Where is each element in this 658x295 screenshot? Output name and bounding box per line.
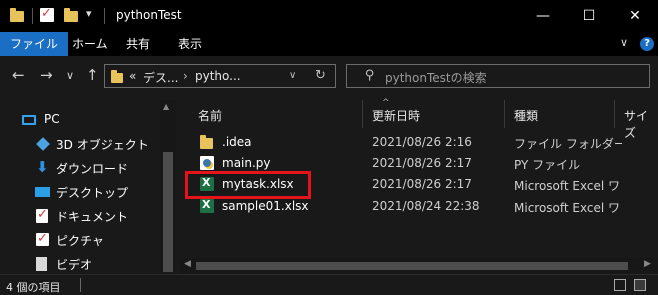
status-bar: 4 個の項目: [0, 274, 658, 295]
scroll-up-icon[interactable]: ▲: [163, 102, 169, 111]
maximize-button[interactable]: ☐: [566, 0, 612, 32]
desktop-icon: [35, 187, 50, 197]
breadcrumb-desktop[interactable]: デス...: [143, 69, 178, 86]
title-bar: ▾ pythonTest — ☐ ✕: [0, 0, 658, 32]
item-count: 4 個の項目: [6, 281, 61, 294]
minimize-button[interactable]: —: [520, 0, 566, 32]
navigation-bar: ← → ∨ ↑ « デス... › pytho... ∨ ↻ ⚲ pythonT…: [0, 56, 658, 96]
status-divider: [80, 278, 81, 292]
file-name: main.py: [222, 156, 271, 170]
videos-icon: [36, 257, 47, 271]
help-icon[interactable]: ?: [640, 37, 654, 51]
file-row-sample01[interactable]: sample01.xlsx 2021/08/24 22:38 Microsoft…: [190, 196, 658, 218]
file-date: 2021/08/26 2:16: [372, 135, 472, 149]
file-date: 2021/08/26 2:17: [372, 177, 472, 191]
file-name: .idea: [222, 135, 252, 149]
download-icon: ⬇: [36, 158, 49, 176]
pictures-icon: [36, 231, 50, 247]
sidebar-item-label: PC: [44, 112, 60, 126]
refresh-icon[interactable]: ↻: [315, 68, 326, 83]
ribbon-tabs: ファイル ホーム 共有 表示 ∨ ?: [0, 32, 658, 56]
breadcrumb-current[interactable]: pytho...: [195, 69, 241, 83]
folder-icon: [200, 135, 214, 152]
file-type: PY ファイル: [514, 158, 581, 172]
sidebar-item-videos[interactable]: ビデオ: [0, 252, 160, 272]
sidebar-item-desktop[interactable]: デスクトップ: [0, 180, 160, 204]
quick-access-dropdown-icon[interactable]: ▾: [86, 7, 92, 20]
navigation-pane: PC 3D オブジェクト ⬇ ダウンロード デスクトップ ドキュメント ピクチャ…: [0, 100, 176, 272]
back-button[interactable]: ←: [12, 66, 25, 84]
tab-home[interactable]: ホーム: [62, 32, 118, 56]
column-divider[interactable]: [362, 100, 363, 128]
new-folder-icon[interactable]: [64, 8, 78, 22]
up-button[interactable]: ↑: [86, 66, 99, 84]
search-icon: ⚲: [365, 68, 375, 83]
sidebar-item-pictures[interactable]: ピクチャ: [0, 228, 160, 252]
sidebar-item-label: ダウンロード: [56, 162, 129, 176]
file-type: Microsoft Excel ワ: [514, 179, 621, 193]
window-title: pythonTest: [116, 8, 182, 22]
close-button[interactable]: ✕: [612, 0, 658, 32]
column-header-type[interactable]: 種類: [514, 107, 538, 124]
column-divider[interactable]: [504, 100, 505, 128]
excel-file-icon: [200, 198, 214, 213]
sidebar-item-documents[interactable]: ドキュメント: [0, 204, 160, 228]
sidebar-item-label: ドキュメント: [56, 210, 129, 224]
3d-objects-icon: [36, 137, 50, 151]
sidebar-item-3d-objects[interactable]: 3D オブジェクト: [0, 132, 160, 156]
highlight-box: [185, 171, 311, 199]
address-dropdown-icon[interactable]: ∨: [289, 70, 296, 81]
sidebar-item-label: ピクチャ: [56, 234, 104, 248]
scroll-right-icon[interactable]: ▶: [644, 259, 651, 269]
nav-pane-scrollbar-thumb[interactable]: [163, 152, 173, 272]
search-box[interactable]: ⚲ pythonTestの検索: [346, 64, 650, 88]
forward-button[interactable]: →: [40, 66, 53, 84]
sidebar-item-label: デスクトップ: [56, 186, 129, 200]
file-type: Microsoft Excel ワ: [514, 201, 621, 215]
column-header-row: ^ 名前 更新日時 種類 サイズ: [180, 98, 658, 140]
large-icons-view-icon[interactable]: [634, 279, 646, 291]
address-overflow[interactable]: «: [129, 69, 136, 83]
title-divider: [32, 8, 33, 24]
tab-file[interactable]: ファイル: [0, 32, 69, 56]
file-date: 2021/08/26 2:17: [372, 156, 472, 170]
breadcrumb-separator[interactable]: ›: [183, 69, 188, 83]
sidebar-item-pc[interactable]: PC: [0, 108, 160, 132]
file-date: 2021/08/24 22:38: [372, 199, 480, 213]
file-type: ファイル フォルダー: [514, 137, 622, 151]
horizontal-scrollbar-thumb[interactable]: [196, 262, 628, 270]
column-divider[interactable]: [614, 100, 615, 128]
documents-icon: [36, 207, 50, 223]
column-header-date[interactable]: 更新日時: [372, 107, 420, 124]
python-file-icon: [200, 156, 214, 170]
sidebar-item-label: 3D オブジェクト: [56, 138, 149, 152]
file-row-idea[interactable]: .idea 2021/08/26 2:16 ファイル フォルダー: [190, 132, 658, 154]
recent-locations-button[interactable]: ∨: [66, 69, 74, 82]
title-divider-2: [104, 8, 105, 24]
pc-icon: [22, 115, 36, 125]
file-name: sample01.xlsx: [222, 199, 309, 213]
tab-view[interactable]: 表示: [168, 32, 212, 56]
scroll-left-icon[interactable]: ◀: [184, 259, 191, 269]
tab-share[interactable]: 共有: [116, 32, 160, 56]
column-header-name[interactable]: 名前: [198, 107, 222, 124]
search-placeholder: pythonTestの検索: [385, 71, 487, 85]
sidebar-item-label: ビデオ: [56, 258, 93, 272]
properties-icon[interactable]: [40, 6, 54, 22]
address-bar[interactable]: « デス... › pytho... ∨ ↻: [104, 64, 336, 88]
details-view-icon[interactable]: [614, 279, 626, 291]
folder-icon: [10, 8, 24, 22]
sidebar-item-downloads[interactable]: ⬇ ダウンロード: [0, 156, 160, 180]
folder-icon: [111, 70, 123, 83]
ribbon-collapse-icon[interactable]: ∨: [620, 36, 628, 49]
